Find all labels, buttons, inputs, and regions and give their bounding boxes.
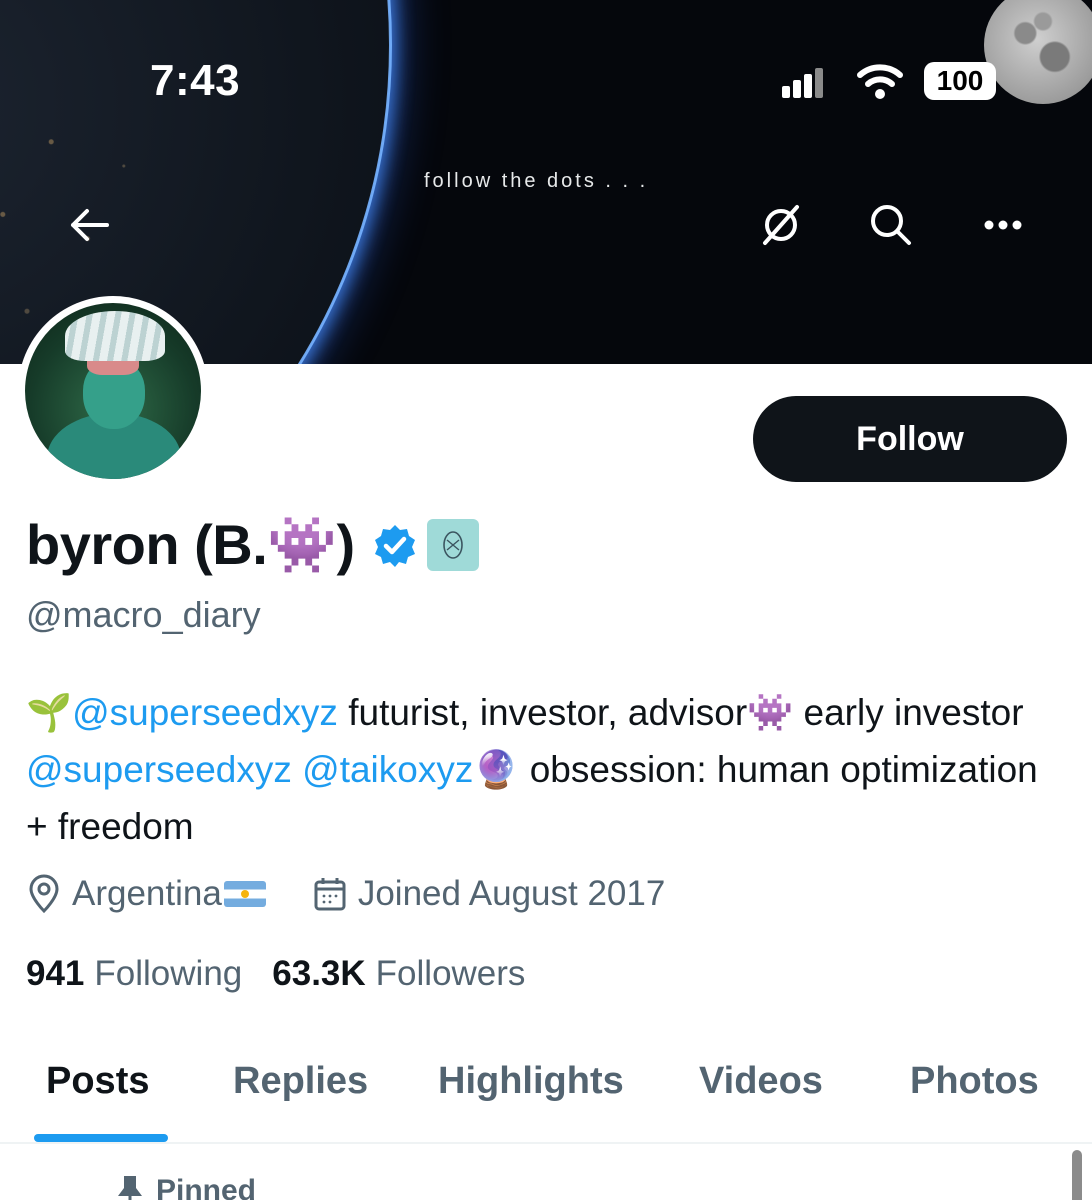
following-label: Following — [94, 954, 243, 993]
scrollbar[interactable] — [1072, 1150, 1082, 1200]
profile-handle: @macro_diary — [26, 594, 261, 635]
cellular-signal-icon — [782, 66, 824, 98]
location-pin-icon — [29, 874, 59, 914]
following-count: 941 — [26, 954, 85, 993]
bio-mention-taikoxyz[interactable]: @taikoxyz — [302, 749, 473, 790]
join-date-text: Joined August 2017 — [357, 874, 666, 913]
profile-tabs: Posts Replies Highlights Videos Photos — [0, 1040, 1092, 1144]
wifi-icon — [857, 64, 903, 99]
more-button[interactable] — [968, 190, 1038, 260]
verified-badge-icon[interactable] — [373, 523, 417, 567]
argentina-flag-icon — [223, 881, 266, 907]
followers-count: 63.3K — [272, 954, 366, 993]
calendar-icon — [314, 878, 346, 911]
followers-label: Followers — [375, 954, 526, 993]
avatar[interactable] — [18, 296, 208, 486]
bio-mention-superseedxyz[interactable]: @superseedxyz — [72, 692, 338, 733]
affiliate-logo-icon — [442, 531, 463, 559]
avatar-image — [25, 303, 201, 479]
follow-stats: 941 Following 63.3K Followers — [26, 954, 555, 994]
tab-highlights[interactable]: Highlights — [438, 1060, 624, 1103]
profile-name-row: byron (B.👾) — [26, 512, 479, 578]
profile-banner[interactable]: 7:43 100 follow the dots . . . — [0, 0, 1092, 364]
grok-icon — [763, 205, 799, 245]
following-link[interactable]: 941 Following — [26, 954, 242, 994]
arrow-left-icon — [71, 209, 109, 241]
followers-link[interactable]: 63.3K Followers — [272, 954, 525, 994]
affiliate-badge[interactable] — [426, 519, 479, 571]
more-icon — [984, 220, 1022, 230]
bio-mention-superseedxyz-2[interactable]: @superseedxyz — [26, 749, 292, 790]
location-text: Argentina — [72, 874, 222, 913]
active-tab-indicator — [34, 1134, 168, 1142]
search-button[interactable] — [856, 190, 926, 260]
profile-meta: Argentina Joined August 2017 — [26, 874, 665, 914]
earth-atmosphere — [0, 0, 392, 364]
bio-text: futurist, investor, advisor👾 early inves… — [337, 692, 1024, 733]
pinned-label: Pinned — [116, 1174, 256, 1200]
grok-button[interactable] — [746, 190, 816, 260]
pin-icon — [118, 1176, 142, 1200]
join-date: Joined August 2017 — [312, 874, 665, 914]
display-name: byron (B.👾) — [26, 513, 355, 576]
search-icon — [871, 205, 911, 245]
pinned-text: Pinned — [156, 1174, 257, 1200]
bio-space — [292, 749, 302, 790]
battery-indicator: 100 — [924, 62, 996, 100]
tab-photos[interactable]: Photos — [910, 1060, 1039, 1103]
tab-videos[interactable]: Videos — [699, 1060, 823, 1103]
follow-button[interactable]: Follow — [753, 396, 1067, 482]
back-button[interactable] — [54, 190, 124, 260]
moon-image — [984, 0, 1092, 104]
tab-posts[interactable]: Posts — [46, 1060, 149, 1103]
status-time: 7:43 — [150, 56, 241, 105]
tab-replies[interactable]: Replies — [233, 1060, 368, 1103]
banner-tagline: follow the dots . . . — [424, 170, 649, 192]
seedling-emoji: 🌱 — [26, 692, 73, 733]
location: Argentina — [26, 874, 266, 914]
profile-bio: 🌱@superseedxyz futurist, investor, advis… — [26, 684, 1066, 855]
